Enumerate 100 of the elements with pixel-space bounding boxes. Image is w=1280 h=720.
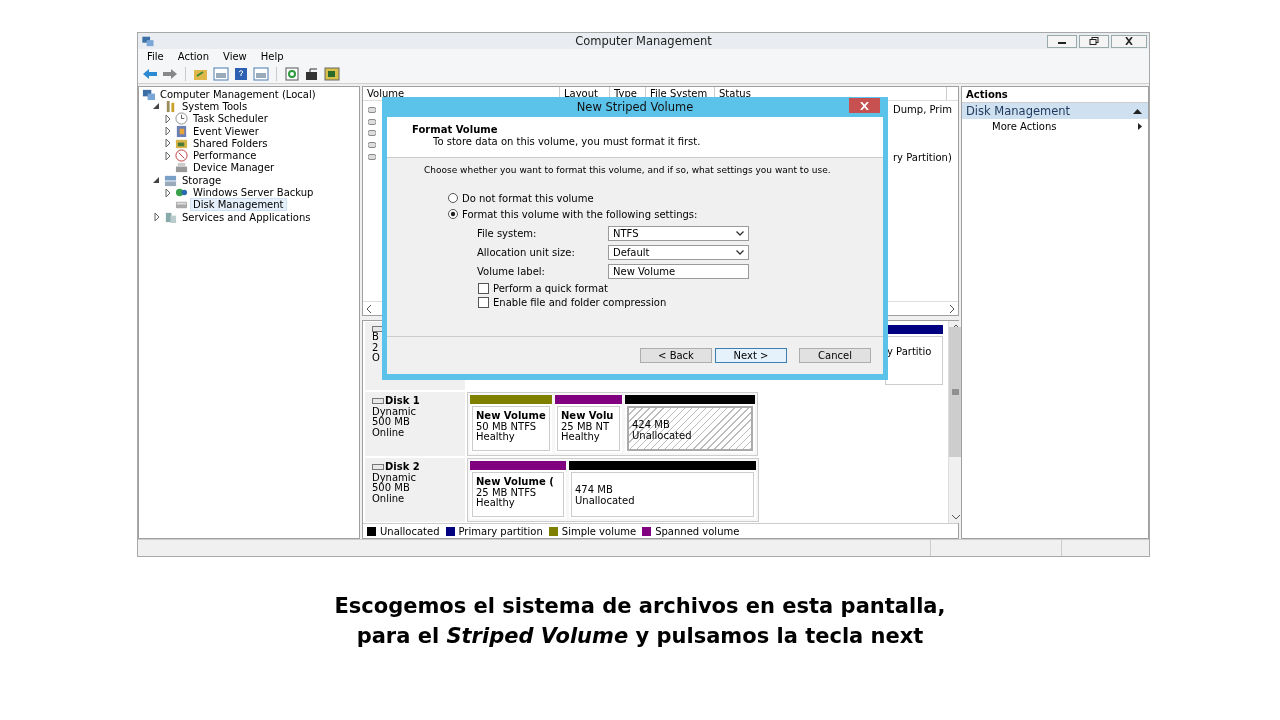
partition-info: 50 MB NTFS — [476, 421, 538, 432]
tree-item[interactable]: Disk Management — [191, 199, 286, 211]
disk-info: Online — [372, 427, 406, 438]
export-icon[interactable] — [304, 66, 320, 81]
log-icon — [175, 124, 188, 138]
computer-icon — [142, 87, 155, 101]
partition-info: Unallocated — [575, 495, 636, 506]
checkbox[interactable] — [478, 297, 489, 309]
properties-icon[interactable] — [324, 66, 340, 81]
field-label: File system: — [477, 228, 538, 239]
partition-info: 25 MB NT — [561, 421, 611, 432]
minimize-button[interactable] — [1047, 34, 1077, 48]
disk-info: Dynamic — [372, 406, 418, 417]
expand-arrow-icon[interactable] — [164, 139, 172, 148]
menu-item[interactable]: Help — [260, 51, 284, 62]
field-label: Allocation unit size: — [477, 247, 576, 258]
submenu-arrow-icon — [1138, 123, 1142, 130]
disk-info: O — [372, 353, 381, 364]
partition-info: 424 MB — [632, 420, 671, 431]
partition[interactable]: New Volume 50 MB NTFS Healthy — [470, 395, 552, 453]
tree-item[interactable]: Performance — [191, 150, 259, 162]
close-button[interactable] — [1111, 34, 1147, 48]
tree-item[interactable]: Event Viewer — [191, 125, 261, 137]
restore-button[interactable] — [1079, 34, 1109, 48]
partition[interactable]: 474 MB Unallocated — [569, 461, 756, 519]
dialog-button[interactable]: Cancel — [799, 348, 871, 363]
scroll-down-icon[interactable] — [951, 514, 960, 520]
storage-icon — [164, 173, 177, 187]
dialog-button[interactable]: < Back — [640, 348, 712, 363]
drive-icon — [372, 398, 384, 405]
disk-label[interactable]: Disk 1 Dynamic 500 MB Online — [365, 392, 465, 456]
tree-item[interactable]: System Tools — [180, 100, 250, 112]
dialog-title: New Striped Volume — [576, 100, 694, 114]
partition[interactable]: 424 MB Unallocated — [625, 395, 755, 453]
partition[interactable]: New Volume ( 25 MB NTFS Healthy — [470, 461, 566, 519]
menu-item[interactable]: File — [147, 51, 164, 62]
tree-item[interactable]: Windows Server Backup — [191, 187, 316, 198]
refresh-icon[interactable] — [284, 66, 300, 81]
partition-info: Healthy — [476, 498, 516, 509]
clock-icon — [175, 112, 188, 126]
legend-label: Unallocated — [380, 525, 440, 537]
expand-arrow-icon[interactable] — [164, 151, 172, 160]
partition-info: Healthy — [476, 432, 516, 443]
tree-item[interactable]: Computer Management (Local) — [158, 88, 318, 100]
checkbox-label: Enable file and folder compression — [493, 297, 667, 309]
expand-arrow-icon[interactable] — [164, 127, 172, 136]
expand-arrow-icon[interactable] — [153, 102, 161, 111]
help-icon[interactable] — [233, 66, 249, 81]
caption: Escogemos el sistema de archivos en esta pantalla, para el Striped Volume y pulsamos la tecla next — [333, 593, 947, 650]
partition-info: 474 MB — [575, 485, 614, 496]
collapse-arrow-icon[interactable] — [1133, 108, 1142, 114]
input-field[interactable]: New Volume — [608, 264, 749, 279]
scroll-left-icon[interactable] — [366, 304, 372, 313]
disk-info: 500 MB — [372, 417, 410, 428]
dialog-button[interactable]: Next > — [715, 348, 787, 363]
disk-name: Disk 1 — [385, 396, 420, 407]
partition-title: New Volume ( — [476, 477, 555, 488]
tree-item[interactable]: Storage — [180, 174, 224, 186]
radio-label: Do not format this volume — [462, 192, 594, 204]
dropdown[interactable]: Default — [608, 245, 749, 260]
services-icon — [164, 210, 177, 224]
expand-arrow-icon[interactable] — [164, 114, 172, 123]
disk-label[interactable]: Disk 2 Dynamic 500 MB Online — [365, 458, 465, 522]
disk-info: Online — [372, 493, 406, 504]
checkbox-label: Perform a quick format — [493, 282, 609, 294]
dropdown[interactable]: NTFS — [608, 226, 749, 241]
disk-name: Disk 2 — [385, 462, 420, 473]
menu-item[interactable]: View — [223, 51, 247, 62]
action-item[interactable]: More Actions — [962, 119, 1148, 134]
step-description: To store data on this volume, you must format it first. — [432, 136, 702, 147]
tree-item[interactable]: Task Scheduler — [191, 113, 270, 125]
back-arrow-icon[interactable] — [142, 66, 158, 81]
window-title: Computer Management — [575, 34, 712, 48]
scroll-right-icon[interactable] — [949, 304, 955, 313]
partition[interactable]: New Volu 25 MB NT Healthy — [555, 395, 622, 453]
radio-label: Format this volume with the following settings: — [462, 208, 698, 220]
expand-arrow-icon[interactable] — [153, 213, 161, 222]
tree-item[interactable]: Device Manager — [191, 162, 277, 174]
legend-label: Simple volume — [561, 525, 637, 537]
tree-item[interactable]: Services and Applications — [180, 211, 313, 223]
radio-button[interactable] — [448, 209, 458, 219]
tree-item[interactable]: Shared Folders — [191, 137, 270, 149]
partition[interactable]: y Partitio — [885, 325, 943, 387]
radio-button[interactable] — [448, 193, 458, 203]
partition-title: New Volume — [476, 411, 546, 422]
restore-icon — [1089, 37, 1099, 45]
step-heading: Format Volume — [412, 124, 499, 135]
checkbox[interactable] — [478, 282, 489, 294]
table-cell: Dump, Prim — [893, 104, 952, 116]
partition-info: Healthy — [561, 432, 601, 443]
drive-icon — [372, 464, 384, 471]
forward-arrow-icon[interactable] — [162, 66, 178, 81]
expand-arrow-icon[interactable] — [164, 188, 172, 197]
disk-info: Dynamic — [372, 472, 418, 483]
instruction-text: Choose whether you want to format this volume, and if so, what settings you want to use. — [424, 165, 832, 177]
actions-section[interactable]: Disk Management — [962, 103, 1148, 119]
menu-item[interactable]: Action — [177, 51, 210, 62]
partition-info: y Partitio — [887, 347, 933, 358]
expand-arrow-icon[interactable] — [153, 176, 161, 185]
close-icon — [1124, 37, 1134, 45]
